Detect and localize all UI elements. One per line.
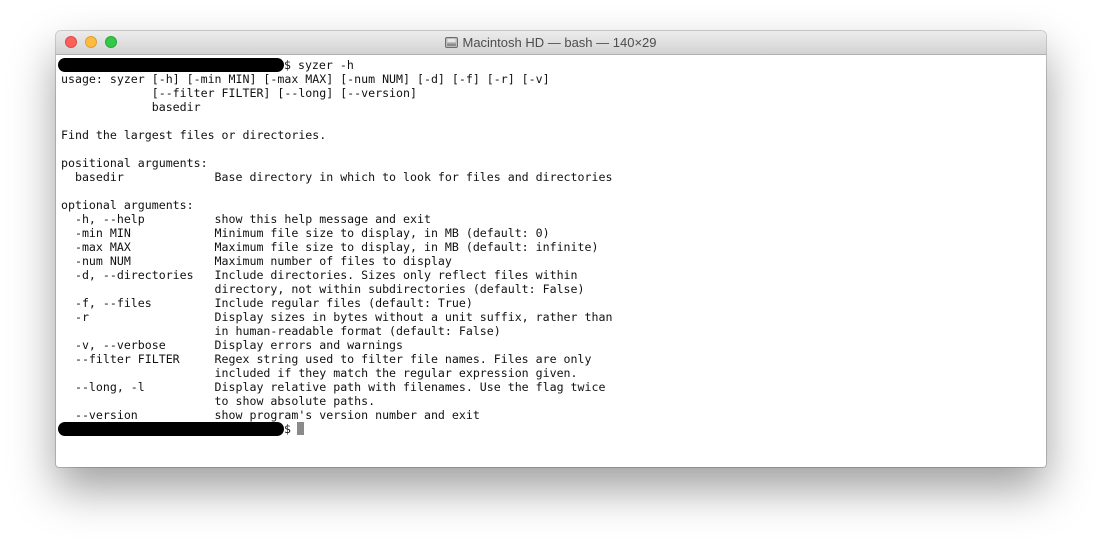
title-bar[interactable]: Macintosh HD — bash — 140×29 bbox=[56, 31, 1046, 55]
output-line: -num NUM Maximum number of files to disp… bbox=[61, 254, 452, 268]
output-line: usage: syzer [-h] [-min MIN] [-max MAX] … bbox=[61, 72, 550, 86]
output-line: --filter FILTER Regex string used to fil… bbox=[61, 352, 592, 366]
redacted-prompt bbox=[58, 422, 284, 436]
output-line: in human-readable format (default: False… bbox=[61, 324, 501, 338]
terminal-content[interactable]: $ syzer -h usage: syzer [-h] [-min MIN] … bbox=[56, 55, 1046, 436]
output-line: -r Display sizes in bytes without a unit… bbox=[61, 310, 613, 324]
output-line: positional arguments: bbox=[61, 156, 208, 170]
prompt-symbol: $ bbox=[284, 58, 291, 72]
output-line: basedir bbox=[61, 100, 201, 114]
terminal-window: Macintosh HD — bash — 140×29 $ syzer -h … bbox=[56, 31, 1046, 467]
redacted-prompt bbox=[58, 58, 284, 72]
output-line: --version show program's version number … bbox=[61, 408, 480, 422]
output-line: -min MIN Minimum file size to display, i… bbox=[61, 226, 550, 240]
current-prompt-line: $ bbox=[58, 422, 1041, 436]
output-line: basedir Base directory in which to look … bbox=[61, 170, 613, 184]
output-line: -f, --files Include regular files (defau… bbox=[61, 296, 473, 310]
command-output: usage: syzer [-h] [-min MIN] [-max MAX] … bbox=[61, 72, 1041, 422]
output-line: included if they match the regular expre… bbox=[61, 366, 578, 380]
output-line: -d, --directories Include directories. S… bbox=[61, 268, 578, 282]
text-cursor[interactable] bbox=[296, 422, 304, 435]
command-text: syzer -h bbox=[290, 58, 354, 72]
window-title-text: Macintosh HD — bash — 140×29 bbox=[462, 35, 657, 50]
output-line: optional arguments: bbox=[61, 198, 194, 212]
output-line: -h, --help show this help message and ex… bbox=[61, 212, 431, 226]
output-line: --long, -l Display relative path with fi… bbox=[61, 380, 606, 394]
window-title: Macintosh HD — bash — 140×29 bbox=[56, 35, 1046, 51]
output-line: to show absolute paths. bbox=[61, 394, 376, 408]
output-line: directory, not within subdirectories (de… bbox=[61, 282, 585, 296]
command-prompt-line: $ syzer -h bbox=[58, 58, 1041, 72]
output-line: -v, --verbose Display errors and warning… bbox=[61, 338, 404, 352]
output-line: -max MAX Maximum file size to display, i… bbox=[61, 240, 599, 254]
output-line: [--filter FILTER] [--long] [--version] bbox=[61, 86, 417, 100]
output-line: Find the largest files or directories. bbox=[61, 128, 327, 142]
disk-icon bbox=[445, 37, 459, 48]
prompt-symbol: $ bbox=[284, 422, 291, 436]
